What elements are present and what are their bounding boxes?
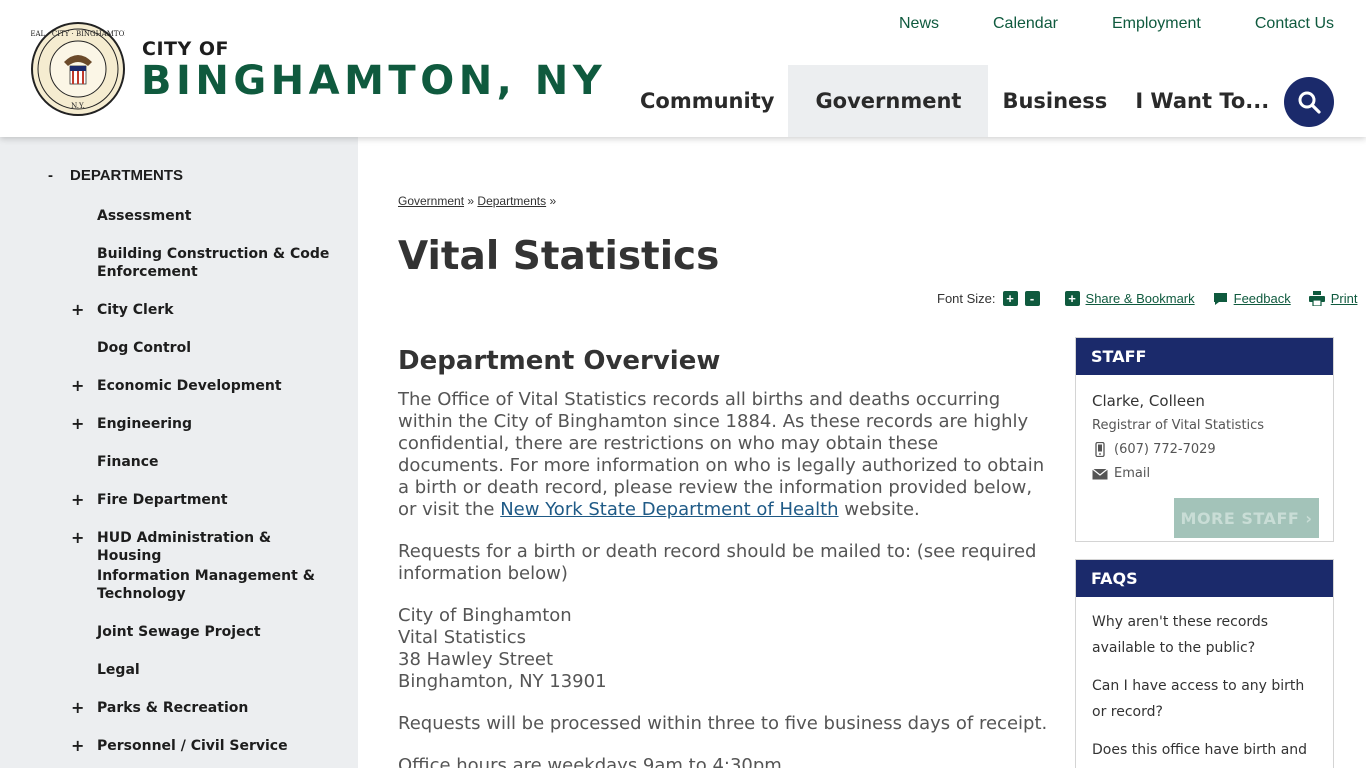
breadcrumb-government[interactable]: Government bbox=[398, 194, 464, 208]
speech-bubble-icon bbox=[1213, 292, 1227, 305]
svg-text:SEAL · CITY · BINGHAMTON: SEAL · CITY · BINGHAMTON bbox=[31, 30, 125, 38]
staff-widget-title: STAFF bbox=[1076, 338, 1333, 375]
expand-parks-recreation[interactable]: + bbox=[71, 698, 84, 717]
nav-community[interactable]: Community bbox=[626, 65, 788, 137]
sidebar-item-assessment[interactable]: Assessment bbox=[97, 207, 337, 225]
font-size-label: Font Size: bbox=[937, 291, 996, 306]
feedback-group[interactable]: Feedback bbox=[1213, 291, 1291, 306]
address-line: 38 Hawley Street bbox=[398, 649, 554, 670]
sidebar-item-joint-sewage-project[interactable]: Joint Sewage Project bbox=[97, 623, 337, 641]
overview-text-end: website. bbox=[838, 499, 920, 520]
faq-item[interactable]: Can I have access to any birth or record… bbox=[1092, 673, 1317, 725]
utility-link-contact-us[interactable]: Contact Us bbox=[1255, 15, 1334, 33]
nav-i-want-to[interactable]: I Want To... bbox=[1121, 65, 1283, 137]
page-content: The Office of Vital Statistics records a… bbox=[398, 389, 1048, 768]
share-bookmark-link[interactable]: Share & Bookmark bbox=[1086, 291, 1195, 306]
utility-link-employment[interactable]: Employment bbox=[1112, 15, 1201, 33]
faqs-widget: FAQS Why aren't these records available … bbox=[1075, 559, 1334, 768]
sidebar-item-economic-development[interactable]: Economic Development bbox=[97, 377, 337, 395]
breadcrumb-departments[interactable]: Departments bbox=[477, 194, 546, 208]
sidebar-item-hud-administration[interactable]: HUD Administration & Housing bbox=[97, 529, 337, 565]
staff-email-link[interactable]: Email bbox=[1114, 466, 1150, 481]
staff-phone-row: (607) 772-7029 bbox=[1092, 442, 1333, 457]
mail-instructions: Requests for a birth or death record sho… bbox=[398, 541, 1037, 584]
sidebar-item-personnel-civil-service[interactable]: Personnel / Civil Service bbox=[97, 737, 337, 755]
more-staff-button[interactable]: MORE STAFF › bbox=[1174, 498, 1319, 538]
sidebar-item-city-clerk[interactable]: City Clerk bbox=[97, 301, 337, 319]
overview-paragraph: The Office of Vital Statistics records a… bbox=[398, 389, 1048, 521]
page-title: Vital Statistics bbox=[398, 234, 720, 279]
brand-city-of[interactable]: CITY OF bbox=[142, 38, 229, 60]
expand-fire-department[interactable]: + bbox=[71, 490, 84, 509]
mailing-address: City of Binghamton Vital Statistics 38 H… bbox=[398, 605, 1048, 693]
print-group[interactable]: Print bbox=[1308, 291, 1358, 306]
printer-icon bbox=[1308, 291, 1325, 306]
font-increase-button[interactable]: + bbox=[1002, 291, 1018, 306]
department-overview-heading: Department Overview bbox=[398, 346, 721, 376]
search-icon bbox=[1298, 91, 1321, 114]
phone-icon bbox=[1095, 442, 1105, 457]
expand-city-clerk[interactable]: + bbox=[71, 300, 84, 319]
brand-city-name[interactable]: BINGHAMTON, NY bbox=[141, 58, 606, 104]
expand-economic-development[interactable]: + bbox=[71, 376, 84, 395]
sidebar-item-parks-recreation[interactable]: Parks & Recreation bbox=[97, 699, 337, 717]
sidebar-item-building-construction[interactable]: Building Construction & Code Enforcement bbox=[97, 245, 337, 281]
sidebar-item-finance[interactable]: Finance bbox=[97, 453, 337, 471]
sidebar-heading-label: DEPARTMENTS bbox=[70, 167, 184, 184]
breadcrumb: Government » Departments » bbox=[398, 194, 556, 208]
nys-health-link[interactable]: New York State Department of Health bbox=[500, 499, 838, 520]
processing-time: Requests will be processed within three … bbox=[398, 713, 1048, 734]
office-hours: Office hours are weekdays 9am to 4:30pm. bbox=[398, 755, 788, 768]
staff-phone[interactable]: (607) 772-7029 bbox=[1114, 442, 1216, 457]
faqs-widget-title: FAQS bbox=[1076, 560, 1333, 597]
sidebar-item-dog-control[interactable]: Dog Control bbox=[97, 339, 337, 357]
plus-icon: + bbox=[1064, 291, 1080, 306]
address-line: City of Binghamton bbox=[398, 605, 572, 626]
nav-business[interactable]: Business bbox=[988, 65, 1121, 137]
nav-government[interactable]: Government bbox=[788, 65, 989, 137]
faq-item[interactable]: Does this office have birth and bbox=[1092, 737, 1317, 763]
breadcrumb-separator: » bbox=[467, 194, 475, 208]
utility-link-news[interactable]: News bbox=[899, 15, 939, 33]
font-decrease-button[interactable]: - bbox=[1024, 291, 1040, 306]
search-button[interactable] bbox=[1284, 77, 1334, 127]
expand-engineering[interactable]: + bbox=[71, 414, 84, 433]
envelope-icon bbox=[1092, 468, 1108, 480]
feedback-link[interactable]: Feedback bbox=[1234, 291, 1291, 306]
breadcrumb-separator: » bbox=[549, 194, 557, 208]
address-line: Vital Statistics bbox=[398, 627, 527, 648]
main-nav: Community Government Business I Want To.… bbox=[626, 65, 1283, 137]
expand-personnel-civil-service[interactable]: + bbox=[71, 736, 84, 755]
site-header: SEAL · CITY · BINGHAMTON N.Y. CITY OF BI… bbox=[0, 0, 1366, 137]
sidebar-item-information-management[interactable]: Information Management & Technology bbox=[97, 567, 337, 603]
sidebar-heading[interactable]: - DEPARTMENTS bbox=[48, 167, 183, 184]
city-seal-logo[interactable]: SEAL · CITY · BINGHAMTON N.Y. bbox=[31, 22, 125, 116]
staff-role: Registrar of Vital Statistics bbox=[1092, 418, 1265, 433]
collapse-toggle[interactable]: - bbox=[48, 167, 70, 184]
print-link[interactable]: Print bbox=[1331, 291, 1358, 306]
faq-item[interactable]: Why aren't these records available to th… bbox=[1092, 609, 1317, 661]
sidebar-item-engineering[interactable]: Engineering bbox=[97, 415, 337, 433]
share-bookmark-group[interactable]: + Share & Bookmark bbox=[1058, 291, 1195, 306]
svg-text:N.Y.: N.Y. bbox=[71, 102, 85, 110]
utility-nav: News Calendar Employment Contact Us bbox=[845, 15, 1334, 33]
address-line: Binghamton, NY 13901 bbox=[398, 671, 607, 692]
utility-link-calendar[interactable]: Calendar bbox=[993, 15, 1058, 33]
staff-widget: STAFF Clarke, Colleen Registrar of Vital… bbox=[1075, 337, 1334, 542]
expand-hud-administration[interactable]: + bbox=[71, 528, 84, 547]
staff-name: Clarke, Colleen bbox=[1092, 392, 1205, 410]
staff-email-row[interactable]: Email bbox=[1092, 466, 1333, 481]
sidebar-item-legal[interactable]: Legal bbox=[97, 661, 337, 679]
sidebar: - DEPARTMENTS Assessment Building Constru… bbox=[0, 137, 358, 768]
page-tools: Font Size: + - + Share & Bookmark Feedba… bbox=[937, 291, 1357, 306]
sidebar-item-fire-department[interactable]: Fire Department bbox=[97, 491, 337, 509]
